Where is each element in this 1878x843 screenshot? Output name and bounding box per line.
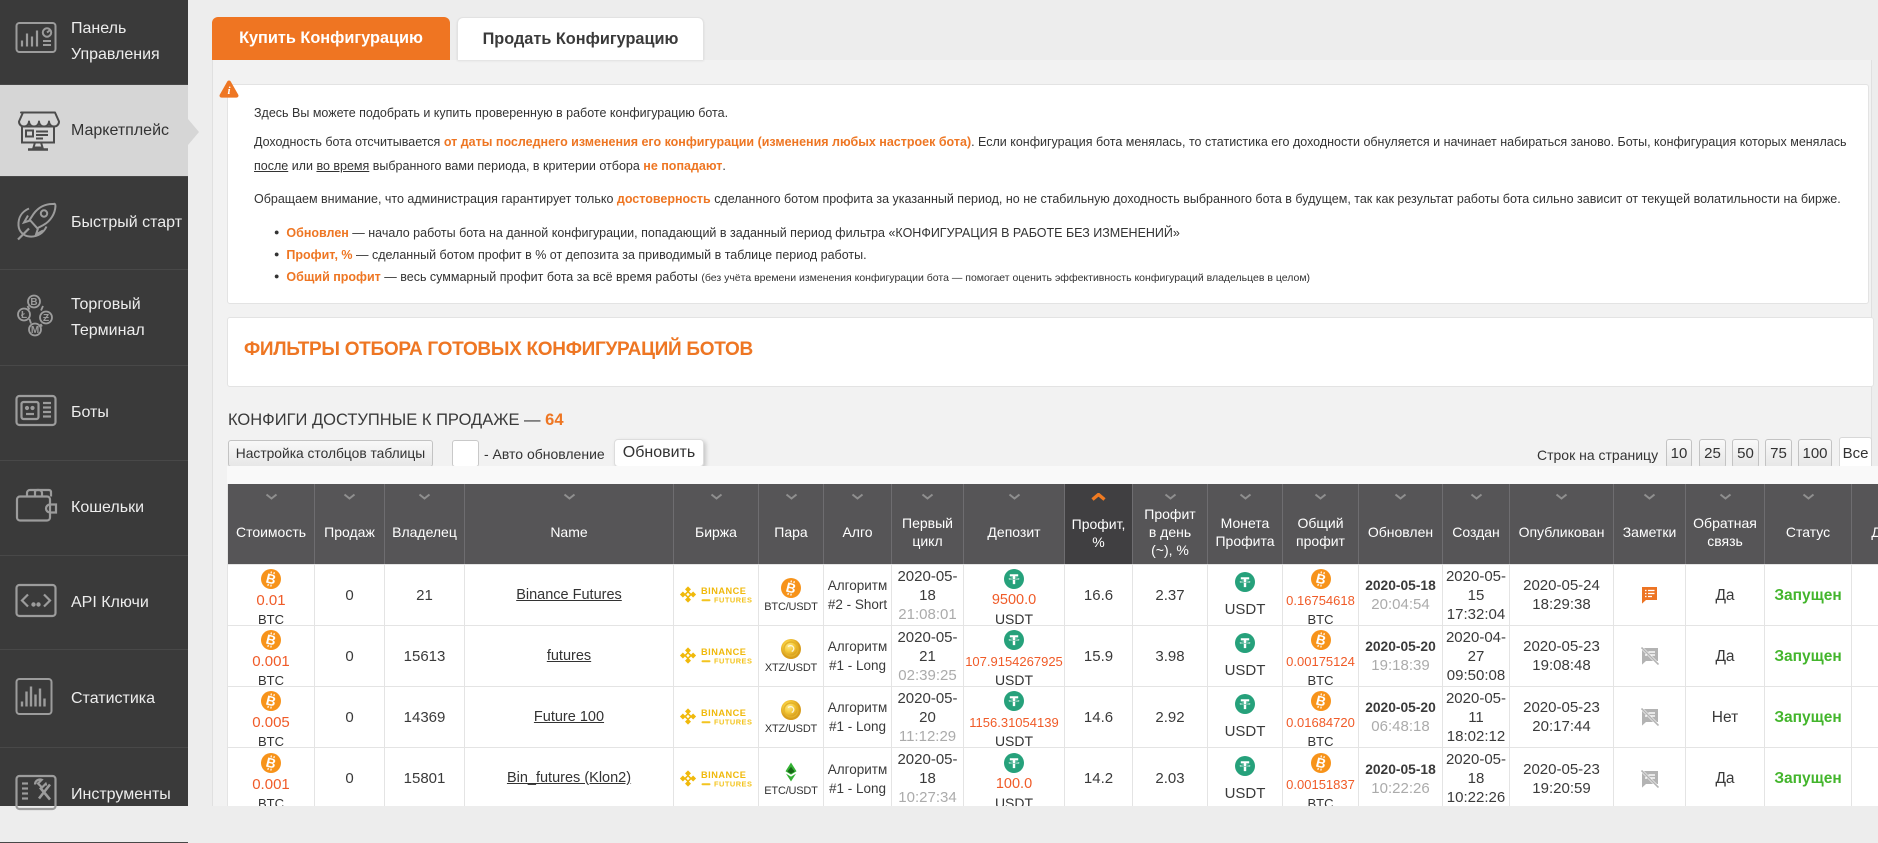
- svg-text:M: M: [31, 325, 39, 336]
- svg-text:FUTURES: FUTURES: [714, 717, 752, 726]
- svg-text:B: B: [30, 297, 37, 308]
- svg-text:FUTURES: FUTURES: [714, 779, 752, 788]
- svg-text:FUTURES: FUTURES: [714, 656, 752, 665]
- svg-text:FUTURES: FUTURES: [714, 595, 752, 604]
- svg-text:Ł: Ł: [21, 310, 27, 321]
- svg-text:Ƶ: Ƶ: [43, 313, 49, 324]
